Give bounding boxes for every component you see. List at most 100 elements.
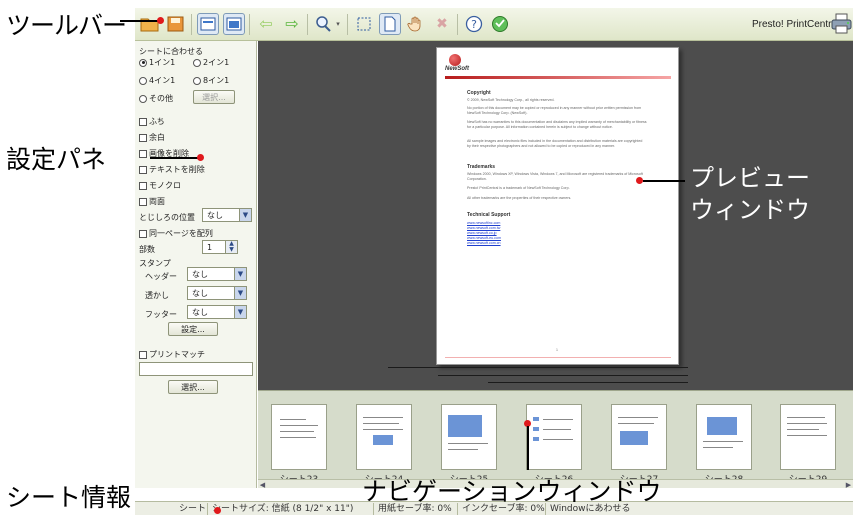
watermark-select[interactable]: なし ▼	[187, 286, 247, 300]
thumb-text-line	[543, 439, 573, 440]
copyright-para-2: NewSoft has no warranties to this docume…	[467, 120, 647, 129]
globe-icon[interactable]	[489, 13, 511, 35]
footer-label: フッター	[145, 310, 177, 319]
print-match-field[interactable]	[139, 362, 253, 376]
checkbox	[139, 197, 147, 206]
copies-stepper[interactable]: 1 ▲ ▼	[202, 240, 238, 254]
open-folder-icon[interactable]	[139, 13, 161, 35]
sheet-thumbnail[interactable]	[611, 404, 667, 470]
support-link[interactable]: www.newsoftinc.com	[467, 221, 500, 225]
print-match-select-button[interactable]: 選択...	[168, 380, 218, 394]
sheet-thumbnail[interactable]	[441, 404, 497, 470]
sheet-thumbnail[interactable]	[780, 404, 836, 470]
divider	[388, 367, 688, 368]
scroll-left-icon[interactable]: ◀	[258, 480, 267, 489]
thumb-text-line	[787, 429, 819, 430]
page-icon[interactable]	[379, 13, 401, 35]
stamp-settings-button[interactable]: 設定...	[168, 322, 218, 336]
save-icon[interactable]	[165, 13, 187, 35]
header-select[interactable]: なし ▼	[187, 267, 247, 281]
divider	[438, 375, 688, 376]
checkbox	[139, 133, 147, 142]
annotation-pointer	[150, 157, 200, 159]
view-alt-icon[interactable]	[223, 13, 245, 35]
sheet-thumbnail[interactable]	[271, 404, 327, 470]
forward-arrow-icon[interactable]: ⇨	[281, 13, 303, 35]
binding-select[interactable]: なし ▼	[202, 208, 252, 222]
sheet-thumbnail[interactable]	[696, 404, 752, 470]
copyright-para-3: All sample images and electronic files i…	[467, 139, 643, 148]
support-link[interactable]: www.newsoft-eu.com	[467, 236, 501, 240]
check-margin[interactable]: 余白	[139, 132, 165, 143]
thumb-text-line	[448, 449, 478, 450]
thumb-text-line	[618, 423, 654, 424]
spin-arrows-icon[interactable]: ▲ ▼	[225, 241, 237, 253]
thumb-image	[448, 415, 482, 437]
thumb-text-line	[618, 417, 658, 418]
sheet-thumbnail[interactable]	[526, 404, 582, 470]
trademark-line-1: Windows 2000, Windows XP, Windows Vista,…	[467, 172, 643, 181]
check-duplex[interactable]: 両面	[139, 196, 165, 207]
support-link[interactable]: www.newsoft.com.tw	[467, 226, 500, 230]
scroll-right-icon[interactable]: ▶	[844, 480, 853, 489]
thumb-text-line	[280, 437, 316, 438]
radio-4in1[interactable]: 4イン1	[139, 75, 175, 86]
copies-label: 部数	[139, 245, 155, 254]
app-brand: Presto! PrintCentral	[752, 19, 840, 30]
check-print-match[interactable]: プリントマッチ	[139, 349, 205, 360]
sheet-thumbnail[interactable]	[356, 404, 412, 470]
status-sheet: シート	[179, 504, 207, 514]
zoom-dropdown-icon[interactable]: ▾	[333, 13, 343, 35]
radio-2in1[interactable]: 2イン1	[193, 57, 229, 68]
copies-value: 1	[207, 242, 213, 252]
annotation-marker	[157, 17, 164, 24]
radio-label: 2イン1	[203, 58, 230, 67]
footer-select[interactable]: なし ▼	[187, 305, 247, 319]
annotation-settings-panel: 設定パネ	[6, 145, 107, 174]
header-label: ヘッダー	[145, 272, 177, 281]
printer-icon[interactable]	[830, 13, 853, 35]
hand-icon[interactable]	[405, 13, 427, 35]
radio-1in1[interactable]: 1イン1	[139, 57, 175, 68]
copyright-line: © 2009, NewSoft Technology Corp., all ri…	[467, 98, 555, 102]
support-link[interactable]: www.newsoft.com.cn	[467, 241, 501, 245]
thumb-text-line	[280, 425, 318, 426]
radio-other[interactable]: その他	[139, 93, 173, 104]
status-paper-size: シートサイズ: 信紙 (8 1/2" x 11")	[207, 503, 353, 515]
settings-panel: シートに合わせる 1イン1 2イン1 4イン1 8イン1 その他 選択... ふ…	[135, 41, 257, 488]
chevron-down-icon: ▼	[239, 209, 251, 221]
checkbox	[139, 181, 147, 190]
checkbox-label: モノクロ	[149, 181, 181, 190]
checkbox-label: 同一ページを配列	[149, 229, 213, 238]
help-icon[interactable]: ?	[463, 13, 485, 35]
annotation-pointer	[643, 180, 685, 182]
checkbox	[139, 229, 147, 238]
radio-indicator	[139, 76, 147, 85]
binding-value: なし	[207, 210, 223, 220]
support-link[interactable]: www.newsoft.co.jp	[467, 231, 497, 235]
binding-label: とじしろの位置	[139, 213, 195, 222]
thumb-image	[620, 431, 648, 445]
checkbox	[139, 149, 147, 158]
choose-layout-button[interactable]: 選択...	[193, 90, 235, 104]
check-border[interactable]: ふち	[139, 116, 165, 127]
check-monochrome[interactable]: モノクロ	[139, 180, 181, 191]
stamp-label: スタンプ	[139, 259, 171, 268]
thumb-text-line	[787, 417, 825, 418]
divider	[488, 382, 688, 383]
view-icon[interactable]	[197, 13, 219, 35]
radio-indicator	[193, 58, 201, 67]
back-arrow-icon[interactable]: ⇦	[255, 13, 277, 35]
annotation-toolbar: ツールバー	[6, 11, 127, 40]
annotation-preview-line2: ウィンドウ	[690, 196, 810, 224]
zoom-icon[interactable]	[313, 13, 335, 35]
check-remove-text[interactable]: テキストを削除	[139, 164, 205, 175]
thumb-image	[533, 437, 539, 441]
delete-icon[interactable]: ✖	[431, 13, 453, 35]
copyright-heading: Copyright	[467, 90, 491, 96]
select-area-icon[interactable]	[353, 13, 375, 35]
radio-8in1[interactable]: 8イン1	[193, 75, 229, 86]
footer-rule	[445, 357, 671, 358]
check-same-page[interactable]: 同一ページを配列	[139, 228, 213, 239]
annotation-navigation: ナビゲーションウィンドウ	[362, 477, 662, 506]
